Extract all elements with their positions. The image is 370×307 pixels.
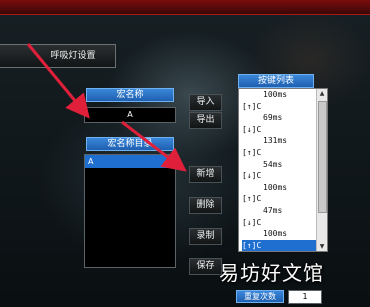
watermark-text: 易坊好文馆 [219,261,324,285]
arrow-1 [26,43,90,119]
arrow-2 [121,120,187,172]
